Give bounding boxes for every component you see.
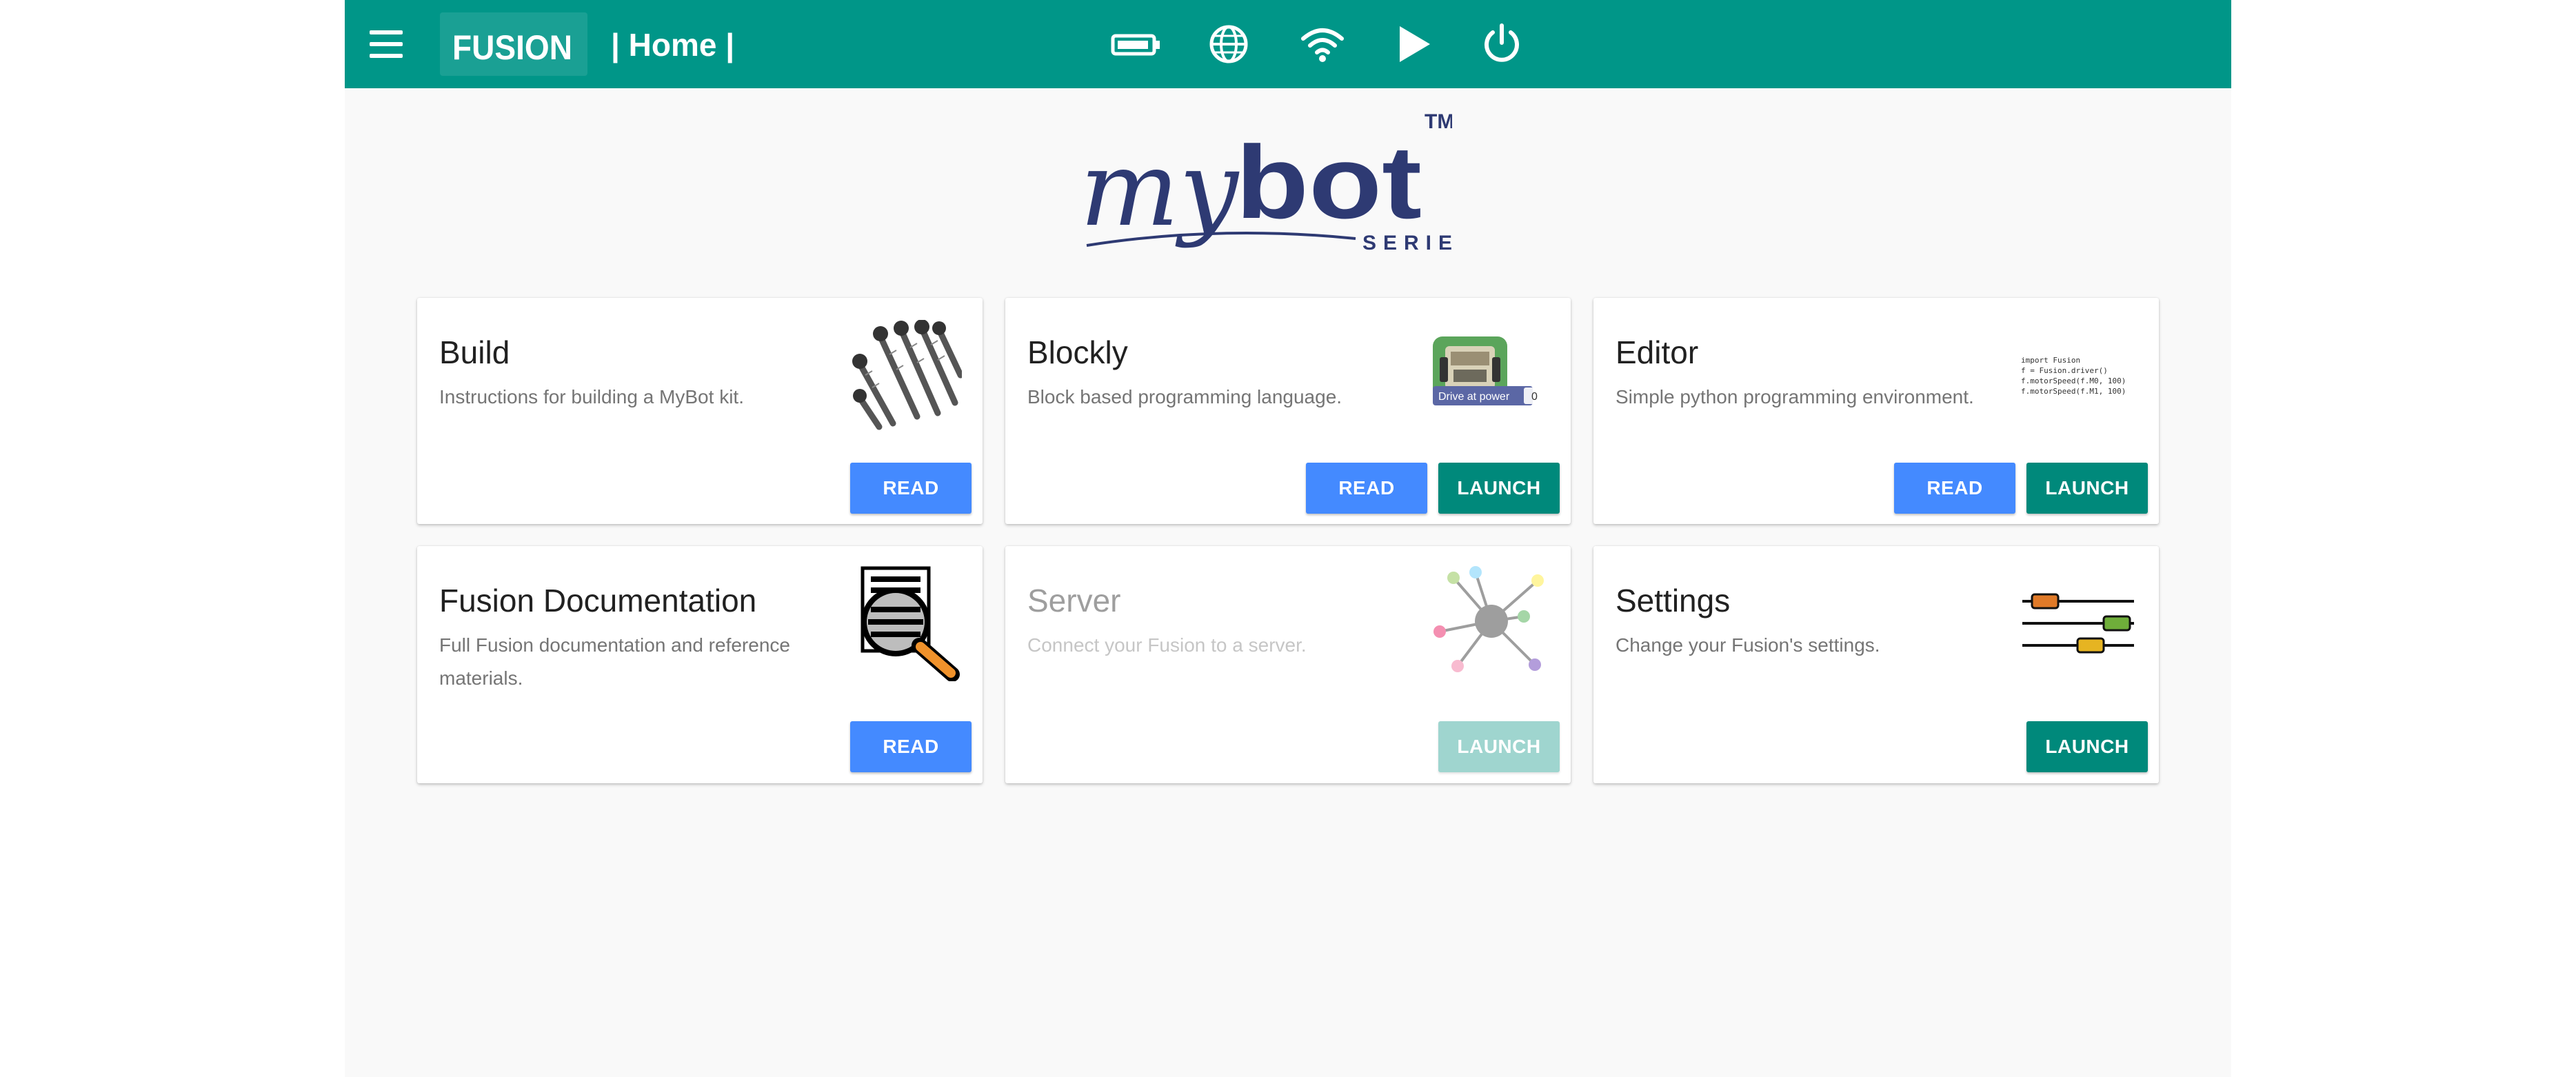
blockly-robot-image: Drive at power 0 bbox=[1433, 336, 1550, 412]
blockly-card-title: Blockly bbox=[1027, 334, 1128, 370]
page-title: | Home | bbox=[611, 27, 735, 63]
build-card: Build Instructions for building a MyBot … bbox=[417, 298, 983, 524]
wifi-icon[interactable] bbox=[1299, 22, 1344, 66]
server-card-description: Connect your Fusion to a server. bbox=[1027, 634, 1307, 656]
settings-card-description: Change your Fusion's settings. bbox=[1616, 634, 1880, 656]
settings-card-title: Settings bbox=[1616, 583, 1731, 618]
play-icon[interactable] bbox=[1391, 22, 1436, 66]
code-line-2: f = Fusion.driver() bbox=[2021, 366, 2108, 375]
editor-card-description: Simple python programming environment. bbox=[1616, 386, 1974, 407]
menu-icon[interactable] bbox=[370, 28, 403, 61]
editor-launch-button[interactable]: LAUNCH bbox=[2026, 463, 2148, 514]
server-launch-button: LAUNCH bbox=[1438, 721, 1560, 772]
build-card-title: Build bbox=[439, 334, 510, 370]
documentation-card-description: Full Fusion documentation and reference … bbox=[439, 634, 790, 689]
screws-image bbox=[852, 319, 964, 430]
server-card-title: Server bbox=[1027, 583, 1121, 618]
editor-card: Editor Simple python programming environ… bbox=[1593, 298, 2159, 524]
documentation-read-button[interactable]: READ bbox=[850, 721, 972, 772]
editor-read-button[interactable]: READ bbox=[1894, 463, 2015, 514]
network-hub-icon bbox=[1433, 563, 1550, 680]
top-bar: FUSION | Home | bbox=[345, 0, 2231, 88]
blockly-card: Blockly Block based programming language… bbox=[1005, 298, 1571, 524]
blockly-launch-button[interactable]: LAUNCH bbox=[1438, 463, 1560, 514]
code-line-3: f.motorSpeed(f.M0, 100) bbox=[2021, 376, 2126, 385]
sliders-icon bbox=[2021, 585, 2138, 667]
settings-card: Settings Change your Fusion's settings. … bbox=[1593, 546, 2159, 783]
blockly-read-button[interactable]: READ bbox=[1306, 463, 1427, 514]
series-label: SERIES bbox=[1362, 232, 1452, 254]
globe-icon[interactable] bbox=[1207, 22, 1251, 66]
mybot-logo-script: my bbox=[1080, 130, 1240, 250]
documentation-card-title: Fusion Documentation bbox=[439, 583, 757, 618]
app-window: FUSION | Home | my bot TM SERI Build Ins… bbox=[345, 0, 2231, 1077]
document-magnifier-icon bbox=[852, 564, 962, 682]
trademark-mark: TM bbox=[1425, 110, 1452, 133]
documentation-card: Fusion Documentation Full Fusion documen… bbox=[417, 546, 983, 783]
build-card-description: Instructions for building a MyBot kit. bbox=[439, 386, 744, 407]
blockly-block-text: Drive at power bbox=[1438, 391, 1510, 403]
blockly-card-description: Block based programming language. bbox=[1027, 386, 1342, 407]
power-icon[interactable] bbox=[1480, 22, 1524, 66]
settings-launch-button[interactable]: LAUNCH bbox=[2026, 721, 2148, 772]
server-card: Server Connect your Fusion to a server. bbox=[1005, 546, 1571, 783]
fusion-logo-text: FUSION bbox=[452, 28, 572, 65]
battery-icon[interactable] bbox=[1111, 22, 1160, 66]
fusion-logo[interactable]: FUSION bbox=[440, 12, 587, 76]
mybot-logo-bold: bot bbox=[1236, 124, 1422, 240]
code-line-1: import Fusion bbox=[2021, 356, 2080, 365]
build-read-button[interactable]: READ bbox=[850, 463, 972, 514]
mybot-logo: my bot TM SERIES bbox=[1080, 108, 1473, 287]
code-line-4: f.motorSpeed(f.M1, 100) bbox=[2021, 387, 2126, 396]
blockly-block-value: 0 bbox=[1531, 391, 1538, 403]
editor-card-title: Editor bbox=[1616, 334, 1699, 370]
python-code-image: import Fusion f = Fusion.driver() f.moto… bbox=[2021, 353, 2138, 401]
